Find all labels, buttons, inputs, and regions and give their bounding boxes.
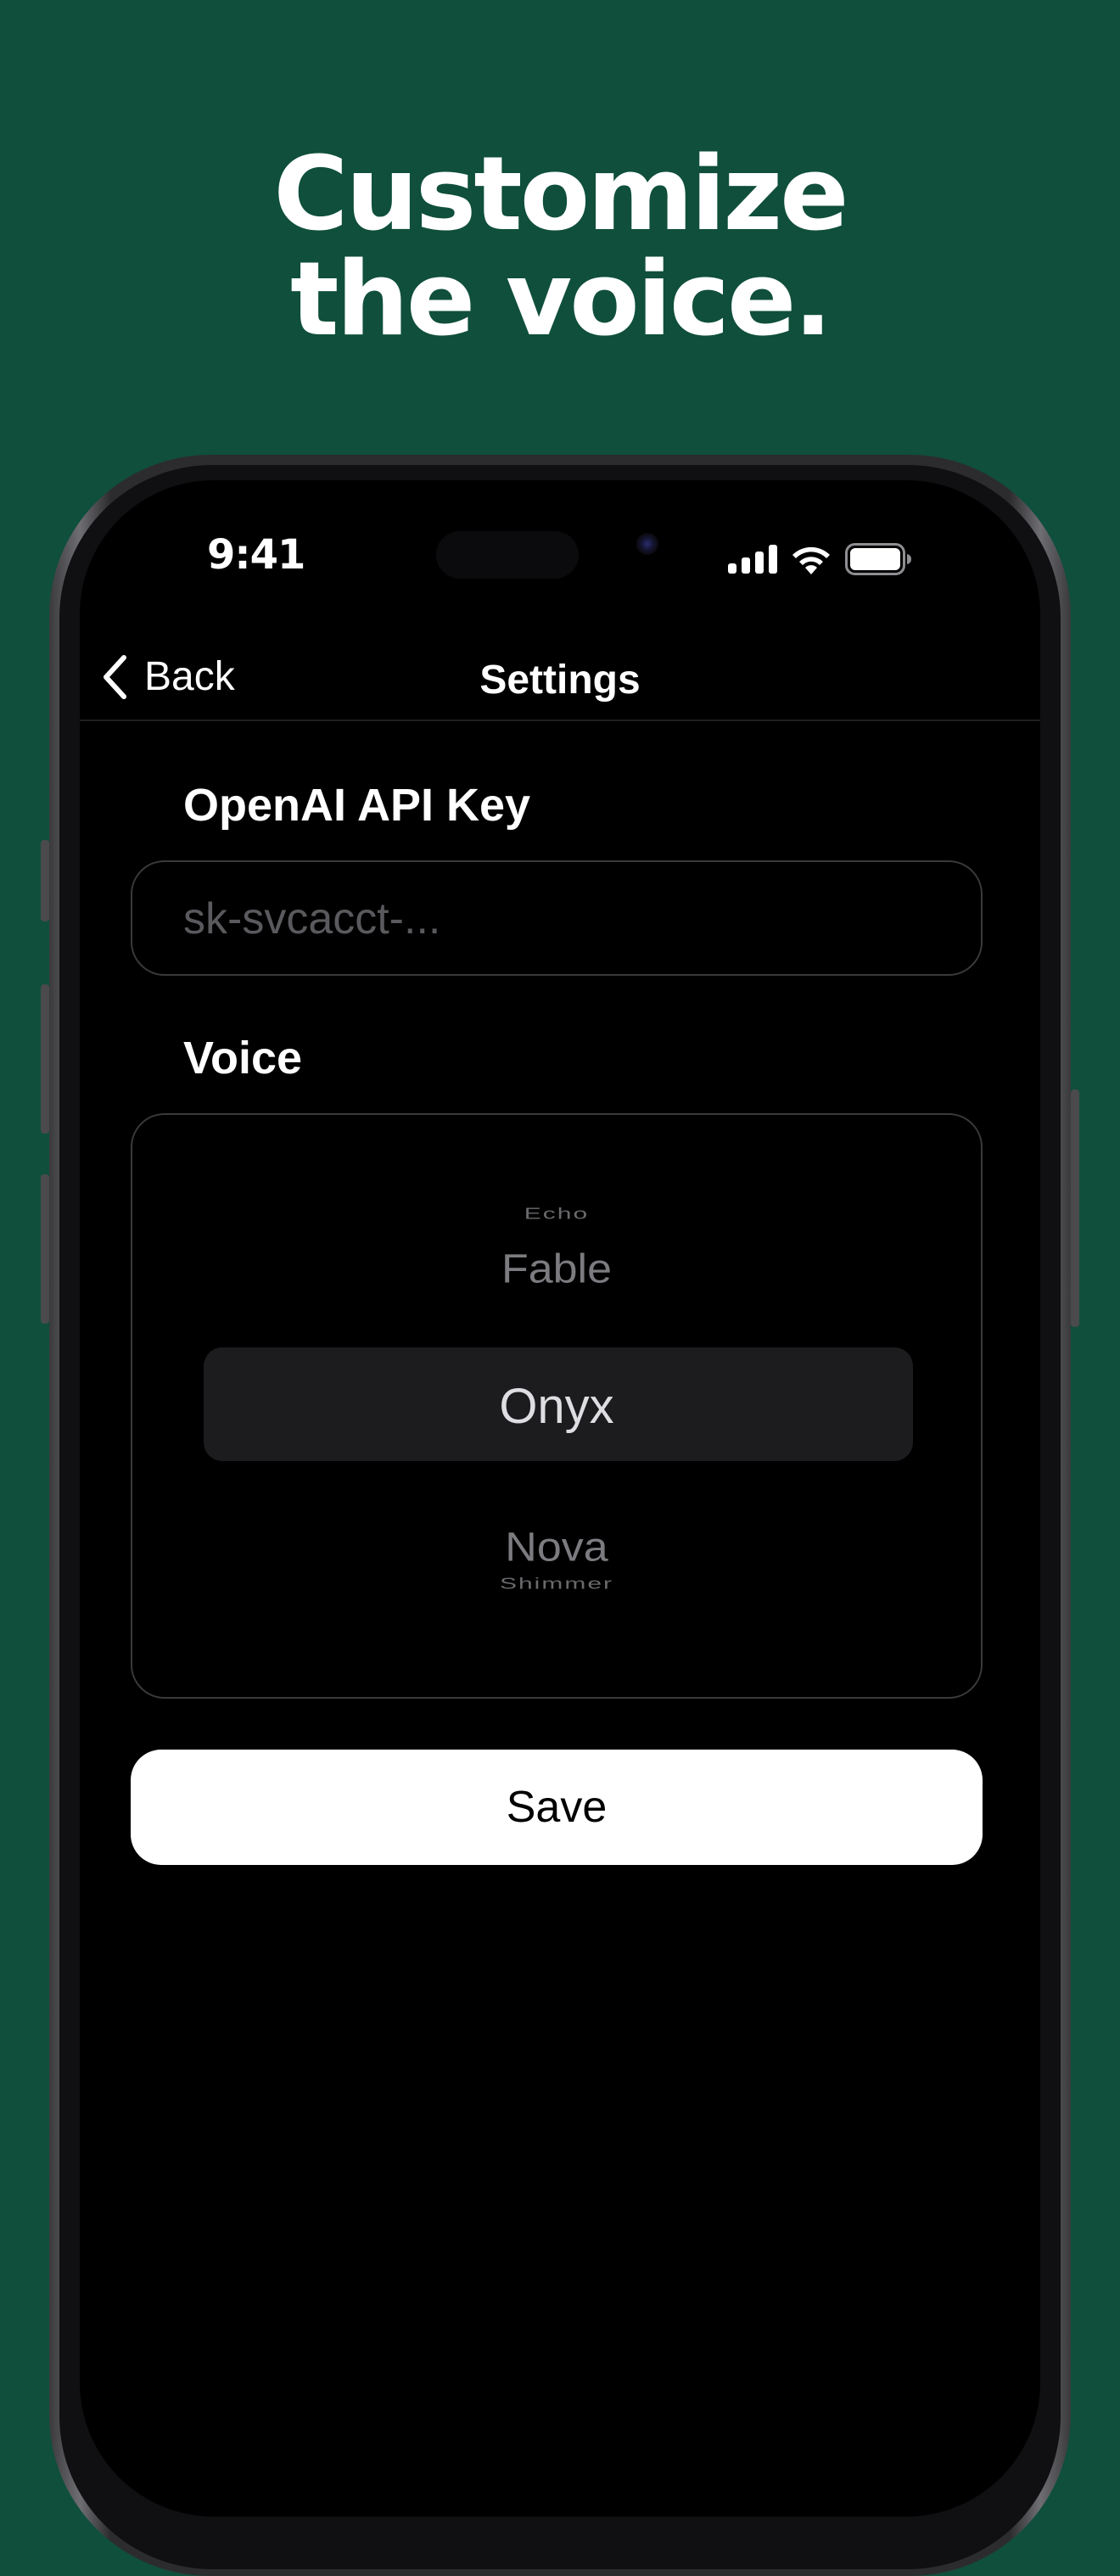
wifi-icon xyxy=(792,546,830,574)
volume-up-button xyxy=(41,984,49,1134)
status-icons xyxy=(728,543,913,575)
dynamic-island-sensor xyxy=(436,531,579,579)
headline-line-2: the voice. xyxy=(290,241,832,359)
voice-option-fable[interactable]: Fable xyxy=(132,1246,981,1292)
battery-icon xyxy=(845,543,911,575)
api-key-label: OpenAI API Key xyxy=(183,780,531,831)
voice-option-onyx[interactable]: Onyx xyxy=(132,1378,981,1435)
promo-headline: Customize the voice. xyxy=(0,143,1120,353)
voice-option-echo[interactable]: Echo xyxy=(132,1206,981,1223)
cellular-signal-icon xyxy=(728,545,777,574)
api-key-field-container xyxy=(131,860,983,976)
navigation-bar: Back Settings xyxy=(80,641,1040,721)
save-button[interactable]: Save xyxy=(131,1750,983,1865)
page-title: Settings xyxy=(479,658,641,703)
front-camera-icon xyxy=(636,533,658,555)
volume-down-button xyxy=(41,1174,49,1324)
voice-option-shimmer[interactable]: Shimmer xyxy=(132,1576,981,1593)
action-button xyxy=(41,840,49,921)
status-time: 9:41 xyxy=(207,531,305,579)
power-button xyxy=(1071,1089,1079,1327)
voice-label: Voice xyxy=(183,1033,303,1084)
voice-picker[interactable]: Echo Fable Onyx Nova Shimmer xyxy=(131,1113,983,1699)
phone-screen: 9:41 Back Settings OpenAI API Key sk-svc… xyxy=(80,480,1040,2517)
api-key-input[interactable] xyxy=(182,862,932,976)
headline-line-1: Customize xyxy=(273,136,848,254)
voice-option-nova[interactable]: Nova xyxy=(132,1524,981,1571)
